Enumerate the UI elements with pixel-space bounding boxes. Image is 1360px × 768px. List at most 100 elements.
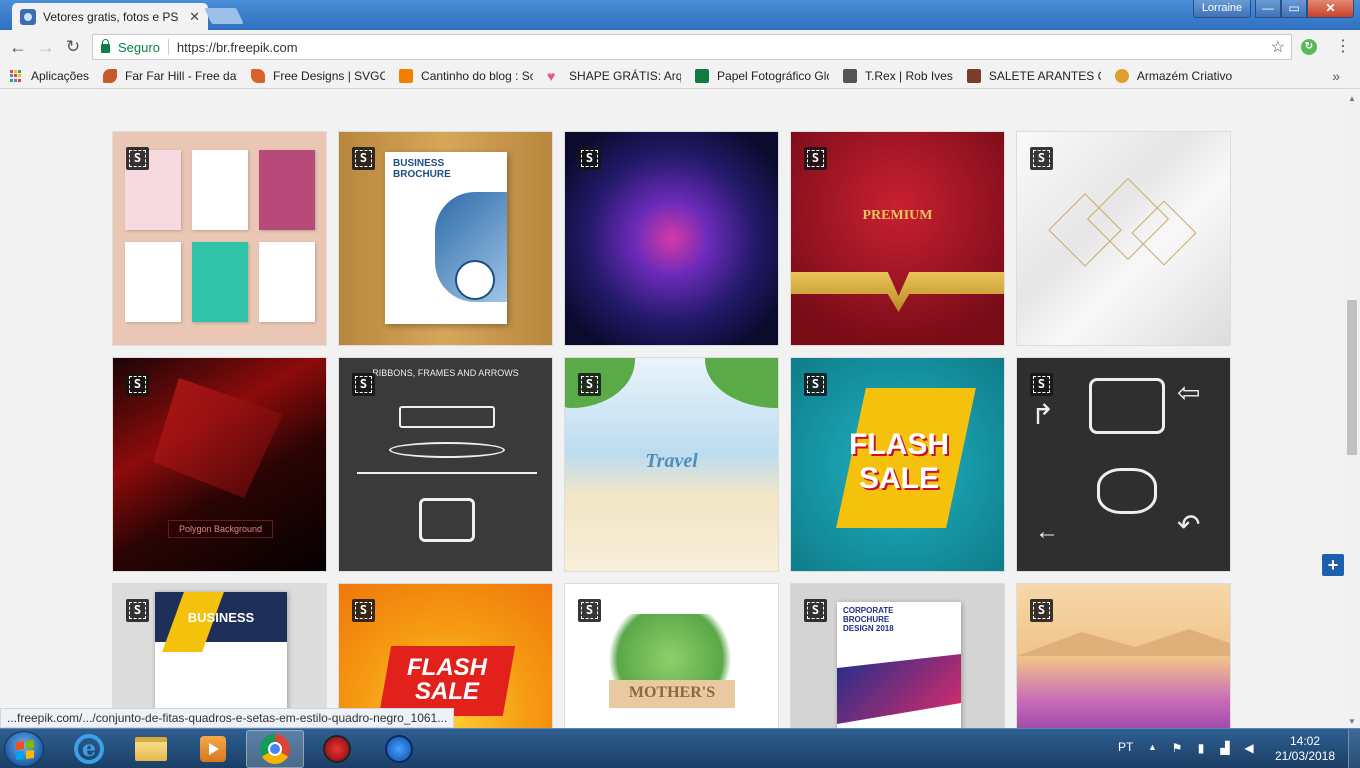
card-chalkboard-arrows[interactable]: ⇦ ↱ ↶ ← S [1016, 357, 1231, 572]
browser-tab[interactable]: Vetores gratis, fotos e PS ✕ [12, 3, 208, 30]
language-indicator[interactable]: PT [1118, 740, 1133, 754]
card-title: MOTHER'S [628, 684, 716, 701]
status-url-bubble: ...freepik.com/.../conjunto-de-fitas-qua… [0, 708, 455, 728]
clock-time: 14:02 [1289, 734, 1321, 748]
premium-badge-icon: S [578, 599, 601, 622]
bookmarks-bar: Aplicações Far Far Hill - Free dat Free … [0, 64, 1360, 89]
taskbar-media-player[interactable] [184, 730, 242, 768]
premium-badge-icon: S [352, 147, 375, 170]
card-ribbons-frames-arrows[interactable]: RIBBONS, FRAMES AND ARROWS S [338, 357, 553, 572]
card-floral-cards[interactable]: S [112, 131, 327, 346]
forward-arrow-icon[interactable]: → [36, 37, 56, 57]
taskbar-chrome[interactable] [246, 730, 304, 768]
card-business-brochure[interactable]: BUSINESS BROCHURE S [338, 131, 553, 346]
bookmark-label: Far Far Hill - Free dat [125, 69, 238, 83]
taskbar-internet-explorer[interactable]: e [60, 730, 118, 768]
bookmark-salete[interactable]: SALETE ARANTES CRI [966, 69, 1101, 83]
apps-grid-icon [10, 69, 23, 83]
reload-icon[interactable]: ↻ [63, 37, 83, 57]
premium-badge-icon: S [578, 147, 601, 170]
card-corporate-brochure[interactable]: CORPORATE BROCHURE DESIGN 2018 S [790, 583, 1005, 728]
extension-icon[interactable]: ↻ [1301, 39, 1317, 55]
address-bar[interactable]: Seguro https://br.freepik.com ☆ [92, 34, 1292, 60]
action-center-flag-icon[interactable]: ⚑ [1170, 741, 1184, 755]
show-hidden-icons-icon[interactable]: ▲ [1148, 742, 1157, 752]
network-signal-icon[interactable]: ▟ [1218, 741, 1232, 755]
card-title: CORPORATE BROCHURE DESIGN 2018 [843, 606, 894, 633]
bookmark-armazem[interactable]: Armazém Criativo [1114, 69, 1233, 83]
svgcuts-icon [251, 69, 266, 83]
premium-badge-icon: S [126, 373, 149, 396]
clock-date: 21/03/2018 [1274, 749, 1336, 763]
taskbar-app-blue[interactable] [370, 730, 428, 768]
freepik-favicon-icon [20, 8, 36, 25]
page-scrollbar[interactable]: ▲ ▼ [1344, 90, 1360, 728]
premium-badge-icon: S [804, 599, 827, 622]
chrome-menu-icon[interactable]: ⋮ [1335, 36, 1351, 56]
bookmark-label: Free Designs | SVGCu [273, 69, 386, 83]
card-mothers-day[interactable]: MOTHER'S S [564, 583, 779, 728]
scroll-down-icon[interactable]: ▼ [1344, 717, 1360, 726]
card-travel-beach[interactable]: Travel S [564, 357, 779, 572]
folder-icon [135, 737, 167, 761]
card-marble-geometric[interactable]: S [1016, 131, 1231, 346]
system-clock[interactable]: 14:02 21/03/2018 [1272, 734, 1338, 764]
minimize-button[interactable]: — [1255, 0, 1281, 18]
maximize-button[interactable]: ▭ [1281, 0, 1307, 18]
bookmark-label: Armazém Criativo [1136, 69, 1233, 83]
card-title: FLASH SALE [849, 428, 949, 495]
premium-badge-icon: S [804, 373, 827, 396]
tab-close-icon[interactable]: ✕ [189, 9, 200, 25]
card-title: BUSINESS BROCHURE [393, 158, 451, 180]
close-window-button[interactable]: ✕ [1307, 0, 1354, 18]
red-app-icon [323, 735, 351, 763]
bookmark-cantinho[interactable]: Cantinho do blog : Sc [399, 69, 533, 83]
lock-icon [101, 39, 110, 53]
bookmark-label: Papel Fotográfico Glc [717, 69, 830, 83]
freepik-results-grid: S BUSINESS BROCHURE S S PREMIUM S S Poly… [0, 90, 1344, 728]
start-button[interactable] [4, 731, 44, 767]
far-far-hill-icon [103, 69, 118, 83]
premium-badge-icon: S [126, 599, 149, 622]
card-title: PREMIUM [862, 208, 933, 223]
card-premium-red-gold[interactable]: PREMIUM S [790, 131, 1005, 346]
scroll-thumb[interactable] [1347, 300, 1357, 455]
show-desktop-button[interactable] [1348, 729, 1360, 768]
premium-badge-icon: S [352, 599, 375, 622]
bookmark-label: Cantinho do blog : Sc [421, 69, 534, 83]
new-tab-button[interactable] [204, 8, 244, 24]
bookmarks-overflow-icon[interactable]: » [1332, 68, 1340, 84]
bookmark-apps[interactable]: Aplicações [10, 69, 89, 83]
profile-button[interactable]: Lorraine [1193, 0, 1251, 18]
taskbar-app-red[interactable] [308, 730, 366, 768]
internet-explorer-icon: e [74, 734, 104, 764]
back-arrow-icon[interactable]: ← [8, 37, 28, 57]
bookmark-star-icon[interactable]: ☆ [1271, 37, 1285, 57]
card-title: BUSINESS [187, 610, 255, 625]
card-flash-sale-orange[interactable]: FLASH SALE S [338, 583, 553, 728]
card-red-polygon[interactable]: Polygon Background S [112, 357, 327, 572]
bookmark-svgcuts[interactable]: Free Designs | SVGCu [251, 69, 385, 83]
tab-title: Vetores gratis, fotos e PS [43, 9, 179, 24]
bookmark-trex[interactable]: T.Rex | Rob Ives [843, 69, 953, 83]
omnibox-divider [167, 39, 169, 55]
bookmark-papel-fotografico[interactable]: Papel Fotográfico Glc [695, 69, 829, 83]
card-desert-landscape[interactable]: S [1016, 583, 1231, 728]
url-text[interactable]: https://br.freepik.com [177, 40, 298, 55]
bookmark-far-far-hill[interactable]: Far Far Hill - Free dat [103, 69, 237, 83]
armazem-icon [1114, 69, 1129, 83]
premium-badge-icon: S [352, 373, 375, 396]
bookmark-label: Aplicações [31, 69, 90, 83]
secure-label: Seguro [118, 39, 160, 55]
card-flash-sale-teal[interactable]: FLASH SALE S [790, 357, 1005, 572]
card-halftone-dark[interactable]: S [564, 131, 779, 346]
scroll-up-icon[interactable]: ▲ [1344, 94, 1360, 103]
add-collection-button[interactable]: + [1322, 554, 1344, 576]
bookmark-shape-gratis[interactable]: ♥ SHAPE GRÁTIS: Arqui [547, 69, 681, 83]
media-player-icon [200, 736, 226, 762]
battery-icon[interactable]: ▮ [1194, 741, 1208, 755]
card-business-flyer[interactable]: BUSINESS S [112, 583, 327, 728]
bookmark-label: T.Rex | Rob Ives [865, 69, 953, 83]
volume-icon[interactable]: ◀ [1242, 741, 1256, 755]
taskbar-file-explorer[interactable] [122, 730, 180, 768]
